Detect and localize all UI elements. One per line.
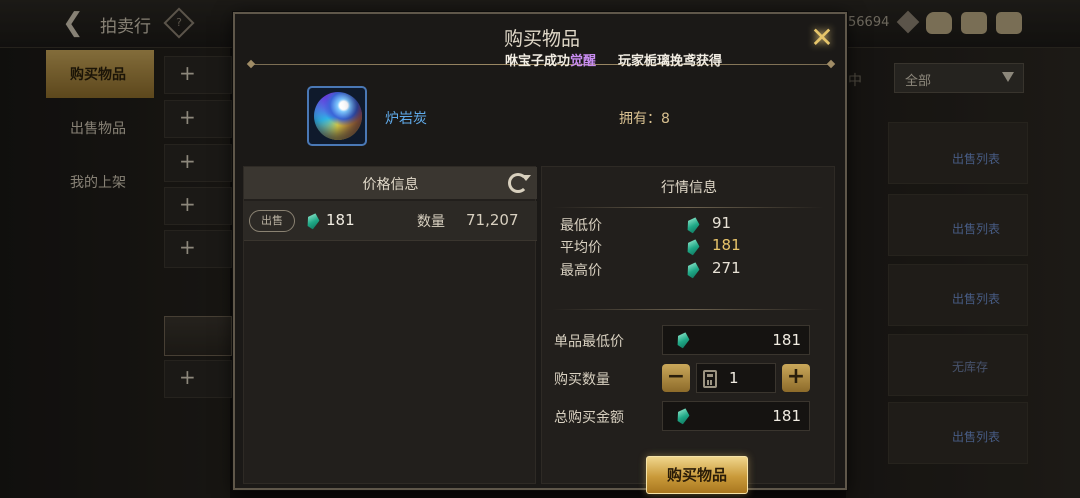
close-icon[interactable]: ✕ <box>807 24 837 54</box>
gem-currency-icon <box>685 261 701 280</box>
buy-button[interactable]: 购买物品 <box>646 456 748 494</box>
ticker-text: 玩家栀璃挽鸢获得 <box>618 54 723 68</box>
quantity-label: 购买数量 <box>554 372 610 388</box>
gem-currency-icon <box>685 238 701 257</box>
dialog-title: 购买物品 <box>503 28 580 50</box>
ticker-text: 咻宝子成功 <box>505 54 571 68</box>
orb-icon <box>314 92 362 140</box>
avg-price-value: 181 <box>712 236 741 254</box>
unit-price-label: 单品最低价 <box>554 334 624 350</box>
divider <box>552 207 824 208</box>
gem-currency-icon <box>305 212 321 231</box>
unit-price-field: 181 <box>662 325 810 355</box>
quantity-value: 1 <box>729 369 739 387</box>
max-price-value: 271 <box>712 259 741 277</box>
item-header: 炉岩炭 拥有：8 <box>245 74 837 160</box>
quantity-input[interactable]: 1 <box>696 363 776 393</box>
market-info-title: 行情信息 <box>661 180 717 196</box>
max-price-label: 最高价 <box>560 263 602 279</box>
total-price-value: 181 <box>772 407 801 425</box>
gem-currency-icon <box>685 216 701 235</box>
sell-badge: 出售 <box>249 210 295 232</box>
unit-price-value: 181 <box>772 331 801 349</box>
min-price-label: 最低价 <box>560 218 602 234</box>
purchase-dialog: 购买物品 ✕ 咻宝子成功觉醒 玩家栀璃挽鸢获得 炉岩炭 拥有：8 价格信息 出售 … <box>233 12 847 494</box>
total-price-label: 总购买金额 <box>554 410 624 426</box>
refresh-icon[interactable] <box>508 173 531 193</box>
table-row[interactable]: 出售 181 数量 71,207 <box>244 201 537 241</box>
price-info-header: 价格信息 <box>244 167 537 199</box>
total-price-field: 181 <box>662 401 810 431</box>
decrease-quantity-button[interactable]: − <box>662 364 690 392</box>
market-info-panel: 行情信息 最低价 91 平均价 181 最高价 271 单品最低价 181 购买… <box>541 166 835 494</box>
owned-count: 拥有：8 <box>619 111 670 127</box>
quantity-label: 数量 <box>417 214 445 230</box>
avg-price-label: 平均价 <box>560 240 602 256</box>
item-name: 炉岩炭 <box>385 111 427 127</box>
min-price-value: 91 <box>712 214 732 232</box>
quantity-value: 71,207 <box>466 211 519 229</box>
gem-currency-icon <box>675 407 691 426</box>
broadcast-ticker: 咻宝子成功觉醒 玩家栀璃挽鸢获得 <box>505 50 765 68</box>
item-icon[interactable] <box>307 86 367 146</box>
calculator-icon[interactable] <box>703 370 717 388</box>
price-info-title: 价格信息 <box>362 177 419 193</box>
price-info-panel: 价格信息 出售 181 数量 71,207 <box>243 166 537 484</box>
ticker-highlight: 觉醒 <box>570 54 597 68</box>
divider <box>552 309 824 310</box>
increase-quantity-button[interactable]: + <box>782 364 810 392</box>
gem-currency-icon <box>675 331 691 350</box>
listing-price: 181 <box>326 211 355 229</box>
